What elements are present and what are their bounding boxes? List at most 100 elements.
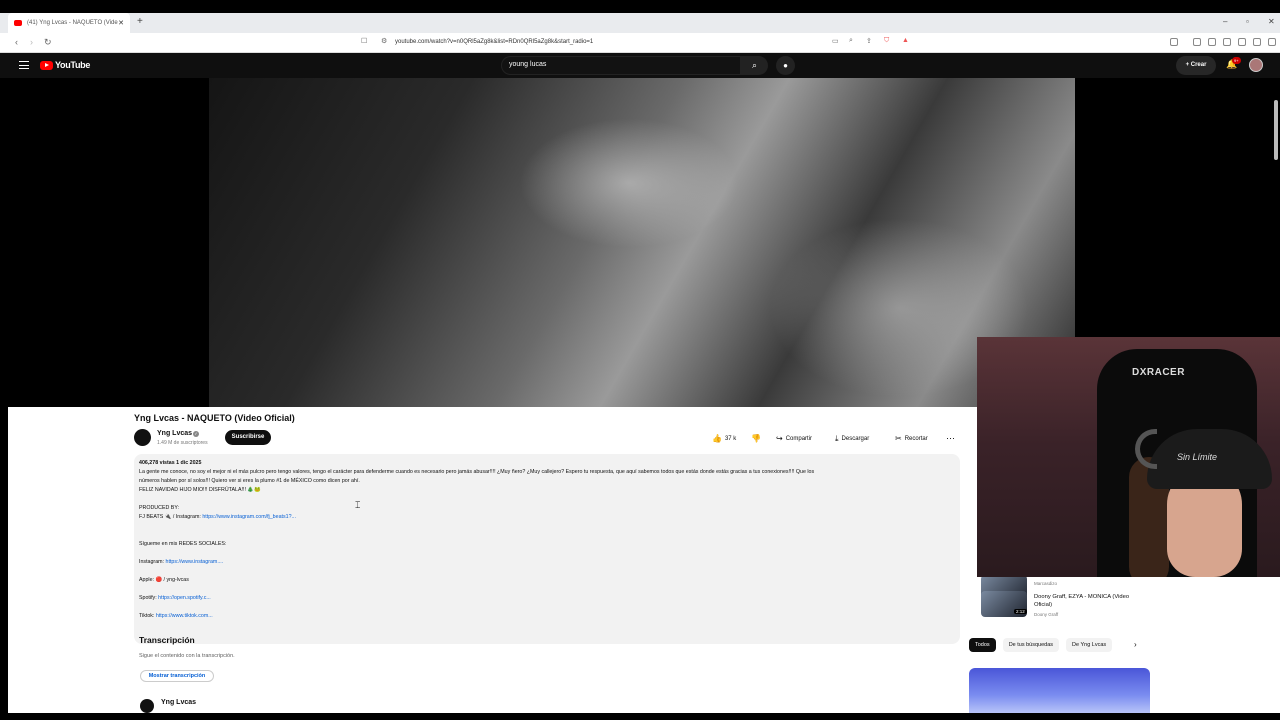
redes-heading: Sígueme en mis REDES SOCIALES:: [139, 541, 227, 547]
spotify-label: Spotify:: [139, 595, 157, 601]
instagram-label: Instagram:: [139, 559, 165, 565]
apple-label: Apple: 🔴 / yng-lvcas: [139, 577, 189, 583]
recommended-thumbnail[interactable]: [969, 668, 1150, 713]
video-channel: Marcasdizo: [1034, 581, 1058, 586]
close-tab-icon[interactable]: ✕: [118, 19, 124, 27]
thumbs-up-icon: 👍: [712, 434, 722, 443]
fj-beats-label: FJ BEATS 🔌 / Instagram:: [139, 514, 201, 520]
download-label: Descargar: [841, 435, 870, 442]
chair-logo: DXRACER: [1132, 367, 1185, 378]
filter-chips: Todos De tus búsquedas De Yng Lvcas: [969, 638, 1113, 652]
chip-de-yng-lvcas[interactable]: De Yng Lvcas: [1066, 638, 1113, 652]
show-transcript-button[interactable]: Mostrar transcripción: [140, 670, 214, 682]
site-settings-icon[interactable]: ⚙: [381, 37, 387, 45]
tiktok-link[interactable]: https://www.tiktok.com...: [156, 613, 213, 619]
brave-shield-icon[interactable]: ⛉: [884, 37, 889, 45]
subscribe-button[interactable]: Suscribirse: [225, 430, 271, 445]
chip-de-tus-busquedas[interactable]: De tus búsquedas: [1002, 638, 1060, 652]
video-title: Yng Lvcas - NAQUETO (Video Oficial): [134, 413, 295, 423]
recommended-video-2[interactable]: 2:12 Doony Graff, EZYA - MONICA (Video O…: [981, 591, 1151, 619]
forward-icon[interactable]: ›: [30, 37, 33, 47]
channel-name[interactable]: Yng Lvcas: [157, 430, 192, 437]
browser-tab-bar: (41) Yng Lvcas - NAQUETO (Vide ✕ + – ▫ ✕: [0, 13, 1280, 33]
new-tab-icon[interactable]: +: [137, 16, 143, 27]
like-button[interactable]: 👍 37 k: [712, 431, 736, 446]
verified-icon: ✓: [193, 431, 199, 437]
description-line-1: La gente me conoce, no soy el mejor ni e…: [139, 469, 815, 475]
search-icon: ⌕: [751, 60, 758, 70]
menu-icon[interactable]: [1268, 38, 1276, 46]
voice-search-button[interactable]: ●: [776, 56, 795, 75]
more-actions-icon[interactable]: ⋯: [946, 431, 955, 446]
url-field[interactable]: youtube.com/watch?v=n0QRl5aZg8k&list=RDn…: [395, 39, 593, 45]
webcam-overlay: DXRACER Sin Límite: [977, 337, 1280, 577]
minimize-icon[interactable]: –: [1223, 17, 1227, 26]
youtube-favicon-icon: [14, 20, 22, 26]
mouse-cursor-icon: ⌶: [355, 500, 361, 510]
chip-todos[interactable]: Todos: [969, 638, 996, 652]
browser-address-bar: ‹ › ↻ ☐ ⚙ youtube.com/watch?v=n0QRl5aZg8…: [0, 33, 1280, 53]
extensions-icon[interactable]: [1238, 38, 1246, 46]
share-button[interactable]: ↪ Compartir: [776, 431, 812, 446]
create-label: Crear: [1190, 62, 1207, 68]
produced-by: PRODUCED BY:: [139, 505, 180, 511]
transcript-subtitle: Sigue el contenido con la transcripción.: [139, 653, 235, 659]
share-label: Compartir: [785, 435, 813, 442]
view-stats: 406,278 vistas 1 dic 2025: [139, 460, 202, 466]
scissors-icon: ✂: [895, 434, 902, 443]
youtube-logo-text[interactable]: YouTube: [55, 60, 90, 70]
spotify-link[interactable]: https://open.spotify.c...: [158, 595, 211, 601]
transcript-heading: Transcripción: [139, 635, 195, 645]
split-view-icon[interactable]: [1208, 38, 1216, 46]
reload-icon[interactable]: ↻: [44, 37, 52, 48]
fj-beats-link[interactable]: https://www.instagram.com/fj_beats1?...: [202, 514, 296, 520]
youtube-header: YouTube young lucas ⌕ ● + Crear 🔔 9+: [0, 53, 1280, 78]
transcript-channel-name: Yng Lvcas: [161, 699, 197, 706]
description-line-3: FELIZ NAVIDAD HIJO MIO!!! DISFRÚTALA!!! …: [139, 487, 261, 493]
maximize-icon[interactable]: ▫: [1246, 17, 1249, 26]
hamburger-menu-icon[interactable]: [19, 61, 29, 69]
chevron-right-icon[interactable]: ›: [1134, 640, 1137, 649]
description-box[interactable]: 406,278 vistas 1 dic 2025 La gente me co…: [134, 454, 960, 644]
download-button[interactable]: ⤓ Descargar: [835, 431, 869, 446]
share-page-icon[interactable]: ⇪: [866, 37, 872, 45]
video-player[interactable]: [209, 78, 1075, 407]
browser-tab-youtube[interactable]: (41) Yng Lvcas - NAQUETO (Vide ✕: [8, 13, 130, 33]
thumbs-down-icon: 👎: [751, 434, 761, 443]
browser-tab-title: (41) Yng Lvcas - NAQUETO (Vide: [27, 20, 118, 26]
download-icon: ⤓: [835, 433, 839, 443]
tiktok-label: Tiktok:: [139, 613, 155, 619]
cast-icon[interactable]: ▭: [832, 37, 839, 45]
video-channel: Doony Graff: [1034, 612, 1059, 617]
clip-button[interactable]: ✂ Recortar: [895, 431, 928, 446]
dislike-button[interactable]: 👎: [751, 431, 761, 446]
video-duration: 2:12: [1014, 609, 1027, 614]
search-input[interactable]: young lucas: [501, 56, 741, 75]
instagram-link[interactable]: https://www.instagram....: [166, 559, 224, 565]
mic-icon: ●: [783, 61, 788, 70]
close-window-icon[interactable]: ✕: [1268, 17, 1275, 26]
sidebar-toggle-icon[interactable]: [1170, 38, 1178, 46]
search-button[interactable]: ⌕: [741, 56, 768, 75]
vpn-icon[interactable]: [1253, 38, 1261, 46]
description-line-2: números hablen por sí solos!!! Quiero ve…: [139, 478, 360, 484]
channel-avatar[interactable]: [134, 429, 151, 446]
account-avatar[interactable]: [1249, 58, 1263, 72]
music-icon[interactable]: [1193, 38, 1201, 46]
transcript-channel-avatar: [140, 699, 154, 713]
page-scrollbar[interactable]: [1274, 100, 1278, 160]
rewards-icon[interactable]: ▲: [902, 37, 909, 44]
video-title: Doony Graff, EZYA - MONICA (Video Oficia…: [1034, 594, 1130, 608]
create-button[interactable]: + Crear: [1176, 56, 1216, 75]
like-count: 37 k: [724, 435, 737, 442]
watch-metadata: Yng Lvcas - NAQUETO (Video Oficial) Yng …: [8, 407, 976, 713]
zoom-icon[interactable]: ⌕: [849, 37, 853, 45]
share-icon: ↪: [776, 434, 783, 443]
notification-badge: 9+: [1232, 57, 1241, 64]
wallet-icon[interactable]: [1223, 38, 1231, 46]
bottom-edge: [0, 713, 1280, 720]
bookmark-icon[interactable]: ☐: [361, 37, 367, 45]
youtube-logo-icon[interactable]: [40, 61, 53, 70]
back-icon[interactable]: ‹: [15, 37, 18, 47]
clip-label: Recortar: [904, 435, 928, 442]
